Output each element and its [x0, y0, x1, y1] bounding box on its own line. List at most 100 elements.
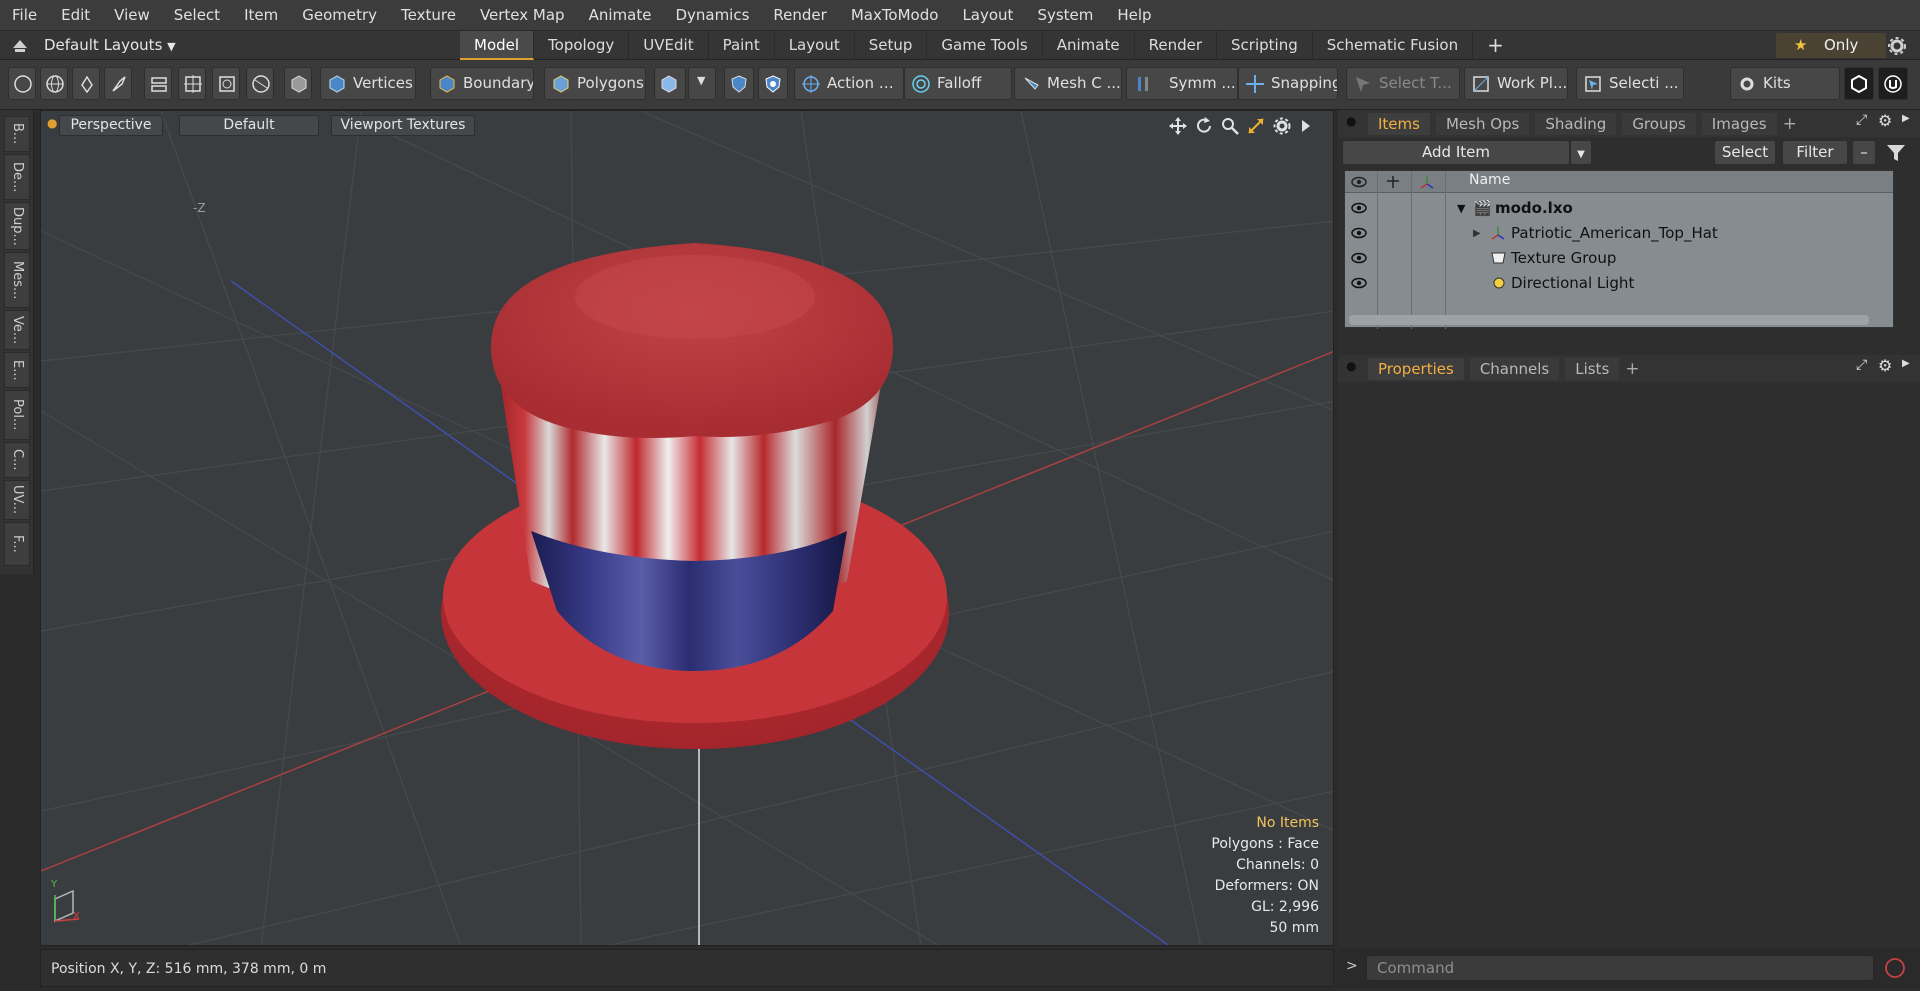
add-panel-tab-icon[interactable]: +: [1783, 114, 1797, 134]
gear-icon[interactable]: [1888, 37, 1906, 55]
collapse-up-icon[interactable]: [12, 39, 28, 53]
material-mode-button[interactable]: [654, 67, 686, 100]
unity-button[interactable]: [1844, 67, 1874, 100]
panel-arrow-icon[interactable]: ▶: [1902, 113, 1910, 124]
tab-mesh-ops[interactable]: Mesh Ops: [1435, 112, 1530, 135]
symmetry-button[interactable]: Symm ...: [1126, 67, 1238, 100]
left-tab-curve[interactable]: C...: [4, 442, 30, 478]
left-tab-fusion[interactable]: F...: [4, 522, 30, 566]
list-item-modo-lxo[interactable]: ▼ 🎬 modo.lxo: [1345, 196, 1893, 221]
globe-button[interactable]: [40, 67, 68, 100]
kits-button[interactable]: Kits: [1730, 67, 1840, 100]
left-tab-mesh-edit[interactable]: Mes...: [4, 252, 30, 308]
tab-game-tools[interactable]: Game Tools: [927, 31, 1043, 60]
add-tab-icon[interactable]: +: [1473, 31, 1518, 60]
menu-edit[interactable]: Edit: [49, 0, 102, 31]
layout-dropdown[interactable]: Default Layouts ▼: [44, 31, 176, 60]
eye-icon[interactable]: [1351, 202, 1367, 214]
select-circle-button[interactable]: [8, 67, 36, 100]
zoom-view-icon[interactable]: [1221, 117, 1239, 135]
add-item-dropdown[interactable]: ▼: [1570, 140, 1592, 165]
left-tab-deform[interactable]: De...: [4, 154, 30, 200]
tab-lists[interactable]: Lists: [1565, 357, 1620, 380]
polygons-button[interactable]: Polygons: [544, 67, 646, 100]
tab-channels[interactable]: Channels: [1469, 357, 1560, 380]
collapse-button[interactable]: –: [1852, 140, 1876, 165]
tab-scripting[interactable]: Scripting: [1217, 31, 1313, 60]
add-item-button[interactable]: Add Item: [1342, 140, 1570, 165]
menu-vertex-map[interactable]: Vertex Map: [468, 0, 577, 31]
menu-render[interactable]: Render: [761, 0, 838, 31]
work-plane-button[interactable]: Work Pl...: [1464, 67, 1568, 100]
command-input[interactable]: Command: [1366, 955, 1874, 981]
list-item-directional-light[interactable]: Directional Light: [1345, 271, 1893, 296]
tab-model[interactable]: Model: [460, 31, 535, 60]
menu-geometry[interactable]: Geometry: [290, 0, 389, 31]
vertices-button[interactable]: Vertices: [320, 67, 416, 100]
pen-button[interactable]: [72, 67, 100, 100]
tab-paint[interactable]: Paint: [709, 31, 775, 60]
item-list-scrollbar[interactable]: [1349, 315, 1869, 325]
filter-button[interactable]: Filter: [1782, 140, 1848, 165]
panel-gear-icon[interactable]: ⚙: [1878, 111, 1892, 130]
left-tab-edge[interactable]: E...: [4, 352, 30, 388]
viewport-gear-icon[interactable]: [1273, 117, 1291, 135]
unreal-button[interactable]: [1878, 67, 1908, 100]
left-tab-duplicate[interactable]: Dup...: [4, 202, 30, 250]
symmetry-shield-button[interactable]: [724, 67, 754, 100]
eye-icon[interactable]: [1351, 252, 1367, 264]
view-mode-button[interactable]: Perspective: [59, 115, 163, 136]
collapse-arrow-icon[interactable]: ▶: [1473, 221, 1481, 246]
play-arrow-icon[interactable]: [1301, 119, 1311, 133]
only-button[interactable]: ★ Only: [1776, 33, 1886, 58]
brush-button[interactable]: [104, 67, 132, 100]
maximize-view-icon[interactable]: [1247, 117, 1265, 135]
select-through-button[interactable]: Select T...: [1346, 67, 1460, 100]
tab-shading[interactable]: Shading: [1535, 112, 1617, 135]
add-panel-tab-icon[interactable]: +: [1625, 359, 1639, 379]
grid-button[interactable]: [178, 67, 206, 100]
rotate-view-icon[interactable]: [1195, 117, 1213, 135]
mode-dropdown-button[interactable]: ▼: [688, 67, 716, 100]
tab-images[interactable]: Images: [1701, 112, 1777, 135]
3d-viewport[interactable]: ● Perspective Default Viewport Textures …: [40, 110, 1334, 946]
tab-setup[interactable]: Setup: [855, 31, 928, 60]
menu-system[interactable]: System: [1025, 0, 1105, 31]
panel-gear-icon[interactable]: ⚙: [1878, 356, 1892, 375]
eye-icon[interactable]: [1351, 227, 1367, 239]
select-button[interactable]: Select: [1714, 140, 1776, 165]
list-item-top-hat[interactable]: ▶ Patriotic_American_Top_Hat: [1345, 221, 1893, 246]
mesh-constraint-button[interactable]: Mesh C ...: [1014, 67, 1122, 100]
menu-maxtomodo[interactable]: MaxToModo: [839, 0, 951, 31]
tab-uvedit[interactable]: UVEdit: [629, 31, 709, 60]
selection-sets-button[interactable]: Selecti ...: [1576, 67, 1684, 100]
item-mode-button[interactable]: [284, 67, 312, 100]
tab-items[interactable]: Items: [1368, 112, 1430, 135]
menu-animate[interactable]: Animate: [577, 0, 664, 31]
shield-alt-button[interactable]: [758, 67, 788, 100]
left-tab-polygon[interactable]: Pol...: [4, 390, 30, 440]
left-tab-uv[interactable]: UV...: [4, 480, 30, 520]
menu-item[interactable]: Item: [232, 0, 290, 31]
panel-dot-icon[interactable]: ●: [1346, 114, 1356, 128]
tab-topology[interactable]: Topology: [534, 31, 630, 60]
tab-layout[interactable]: Layout: [775, 31, 855, 60]
column-name[interactable]: Name: [1469, 172, 1510, 188]
left-tab-basic[interactable]: B...: [4, 116, 30, 152]
bridge-button[interactable]: [144, 67, 172, 100]
sphere-button[interactable]: [246, 67, 274, 100]
menu-help[interactable]: Help: [1105, 0, 1163, 31]
frame-button[interactable]: [212, 67, 240, 100]
tab-schematic-fusion[interactable]: Schematic Fusion: [1313, 31, 1474, 60]
menu-dynamics[interactable]: Dynamics: [663, 0, 761, 31]
action-center-button[interactable]: Action …: [794, 67, 904, 100]
funnel-icon[interactable]: [1886, 144, 1906, 162]
boundary-button[interactable]: Boundary: [430, 67, 534, 100]
expand-panel-icon[interactable]: ⤢: [1856, 112, 1867, 128]
move-view-icon[interactable]: [1169, 117, 1187, 135]
tab-render[interactable]: Render: [1135, 31, 1218, 60]
expand-panel-icon[interactable]: ⤢: [1856, 357, 1867, 373]
tab-animate[interactable]: Animate: [1043, 31, 1135, 60]
shading-mode-button[interactable]: Default: [179, 115, 319, 136]
tab-properties[interactable]: Properties: [1368, 357, 1464, 380]
